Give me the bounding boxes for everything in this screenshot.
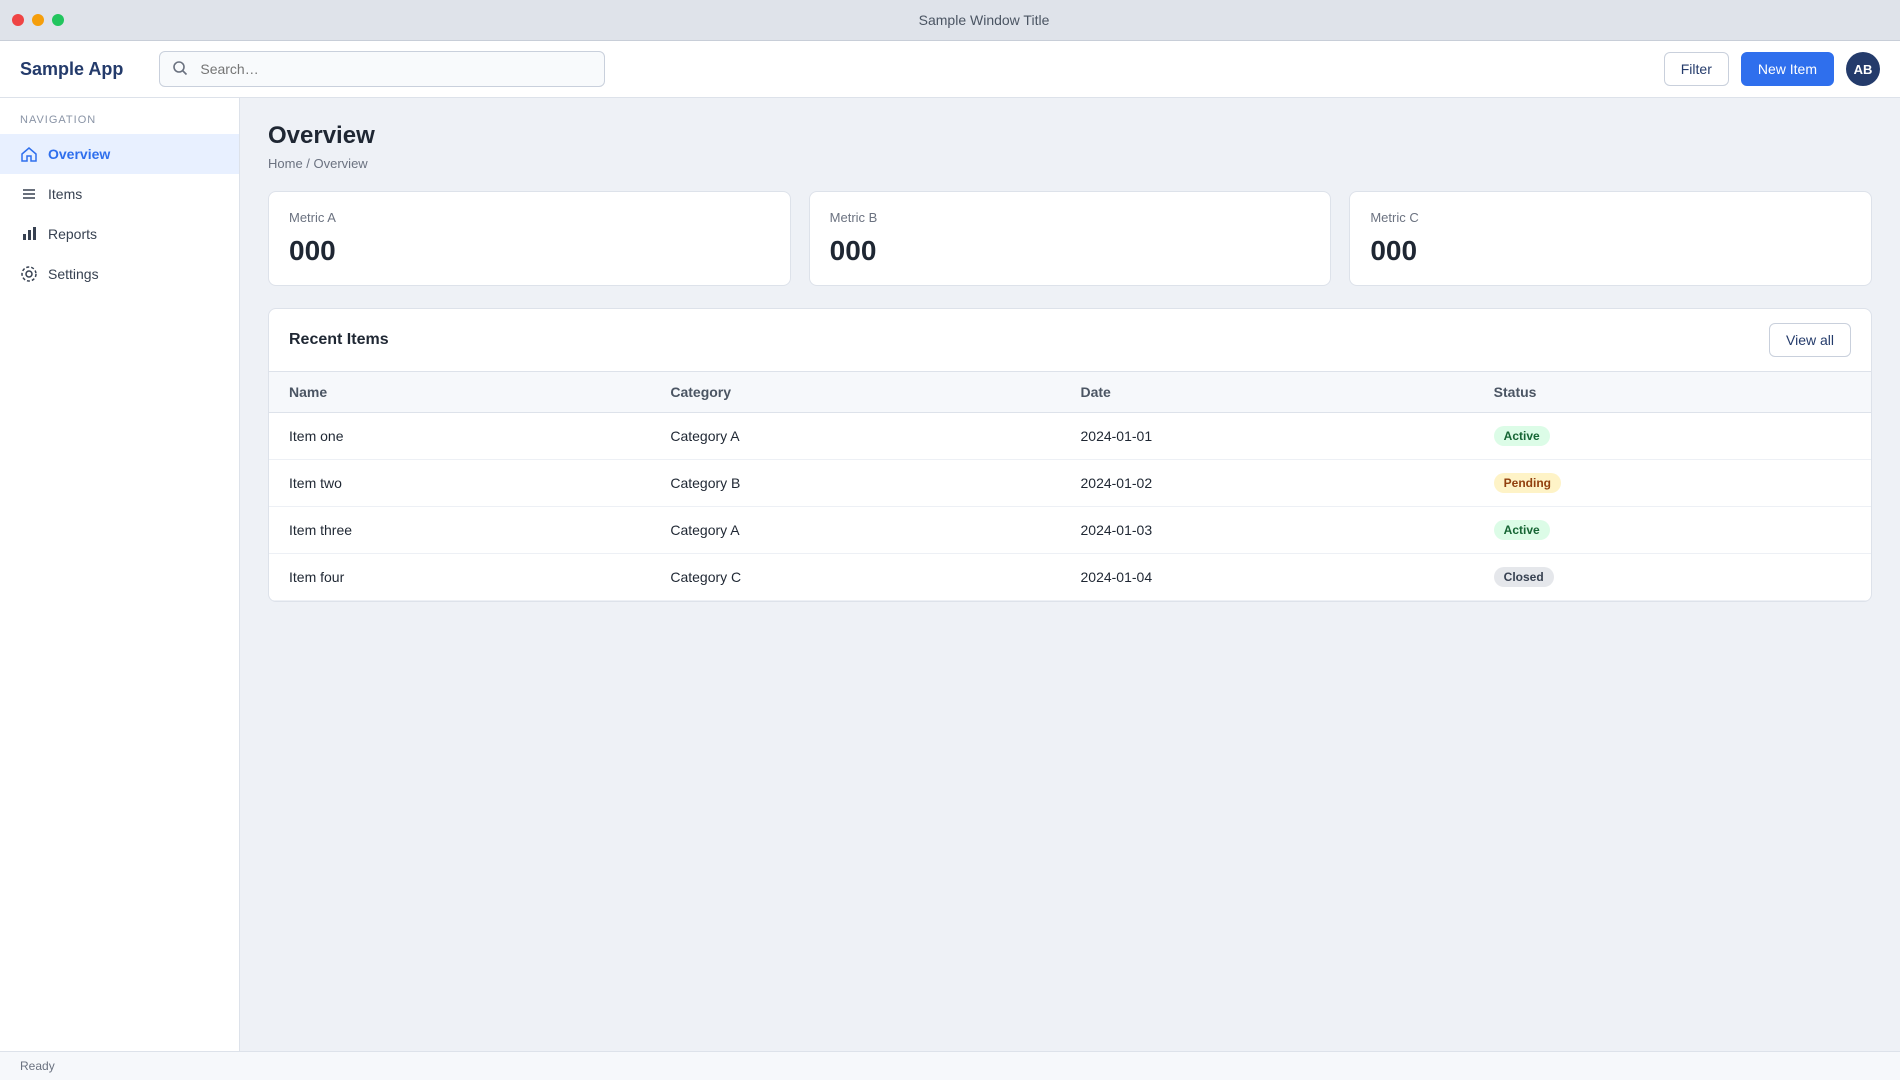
items-panel: Recent Items View all Name Category Date… [268, 308, 1872, 602]
cell-name: Item four [269, 553, 651, 601]
cell-category: Category C [650, 553, 1061, 601]
card-value: 000 [289, 235, 336, 266]
column-header[interactable]: Category [650, 372, 1061, 413]
sidebar: NAVIGATION Overview Items Reports Settin… [0, 98, 240, 1051]
new-item-button[interactable]: New Item [1740, 52, 1834, 86]
sidebar-item-label: Items [48, 186, 83, 202]
sidebar-item-reports[interactable]: Reports [0, 214, 239, 254]
table-header-row: Name Category Date Status [269, 372, 1871, 413]
items-table: Name Category Date Status Item one Categ… [269, 372, 1871, 601]
cell-date: 2024-01-04 [1060, 553, 1474, 601]
close-window-button[interactable] [12, 14, 24, 26]
cell-date: 2024-01-02 [1060, 459, 1474, 507]
cell-date: 2024-01-01 [1060, 412, 1474, 460]
status-badge: Active [1493, 426, 1550, 446]
table-row[interactable]: Item three Category A 2024-01-03 Active [269, 506, 1871, 554]
app-body: NAVIGATION Overview Items Reports Settin… [0, 98, 1900, 1051]
filter-button[interactable]: Filter [1663, 52, 1729, 86]
sidebar-item-label: Settings [48, 266, 99, 282]
status-badge: Closed [1493, 567, 1554, 587]
panel-header: Recent Items View all [269, 309, 1871, 372]
avatar[interactable]: AB [1846, 52, 1880, 86]
cell-name: Item three [269, 506, 651, 554]
cell-name: Item one [269, 412, 651, 460]
search-box[interactable] [159, 51, 606, 87]
view-all-button[interactable]: View all [1769, 323, 1851, 357]
page-title: Overview [268, 122, 375, 149]
cell-name: Item two [269, 459, 651, 507]
maximize-window-button[interactable] [52, 14, 64, 26]
cell-category: Category B [650, 459, 1061, 507]
card-label: Metric B [829, 210, 878, 225]
cell-status: Active [1473, 412, 1871, 460]
minimize-window-button[interactable] [32, 14, 44, 26]
column-header[interactable]: Name [269, 372, 651, 413]
card-label: Metric C [1370, 210, 1419, 225]
title-bar: Sample Window Title [0, 0, 1900, 41]
status-badge: Active [1493, 520, 1550, 540]
status-bar: Ready [0, 1051, 1900, 1080]
gear-icon [20, 265, 38, 283]
summary-cards: Metric A 000 Metric B 000 Metric C 000 [268, 191, 1873, 286]
cell-status: Closed [1473, 553, 1871, 601]
summary-card: Metric A 000 [268, 191, 791, 286]
cell-status: Pending [1473, 459, 1871, 507]
column-header[interactable]: Date [1060, 372, 1474, 413]
sidebar-item-items[interactable]: Items [0, 174, 239, 214]
summary-card: Metric C 000 [1349, 191, 1873, 286]
list-icon [20, 185, 38, 203]
sidebar-heading: NAVIGATION [20, 114, 97, 126]
sidebar-item-label: Reports [48, 226, 98, 242]
column-header[interactable]: Status [1473, 372, 1871, 413]
cell-category: Category A [650, 412, 1061, 460]
table-row[interactable]: Item one Category A 2024-01-01 Active [269, 412, 1871, 460]
card-value: 000 [829, 235, 877, 266]
app-window: Sample Window Title Sample App Filter Ne… [0, 0, 1900, 1080]
search-input[interactable] [198, 60, 593, 78]
app-brand: Sample App [20, 58, 124, 79]
card-value: 000 [1370, 235, 1418, 266]
main-content: Overview Home / Overview Metric A 000 Me… [240, 98, 1900, 1051]
card-label: Metric A [289, 210, 336, 225]
table-row[interactable]: Item four Category C 2024-01-04 Closed [269, 553, 1871, 601]
home-icon [20, 145, 38, 163]
cell-category: Category A [650, 506, 1061, 554]
toolbar: Sample App Filter New Item AB [0, 41, 1900, 98]
chart-icon [20, 225, 38, 243]
sidebar-item-overview[interactable]: Overview [0, 134, 239, 174]
sidebar-item-label: Overview [48, 146, 111, 162]
sidebar-item-settings[interactable]: Settings [0, 254, 239, 294]
breadcrumb: Home / Overview [268, 156, 368, 171]
search-icon [172, 60, 190, 78]
summary-card: Metric B 000 [808, 191, 1332, 286]
panel-title: Recent Items [289, 331, 389, 348]
status-badge: Pending [1493, 473, 1561, 493]
table-row[interactable]: Item two Category B 2024-01-02 Pending [269, 459, 1871, 507]
status-text: Ready [20, 1059, 55, 1073]
cell-status: Active [1473, 506, 1871, 554]
window-controls [12, 14, 64, 26]
window-title: Sample Window Title [918, 12, 1050, 28]
cell-date: 2024-01-03 [1060, 506, 1474, 554]
